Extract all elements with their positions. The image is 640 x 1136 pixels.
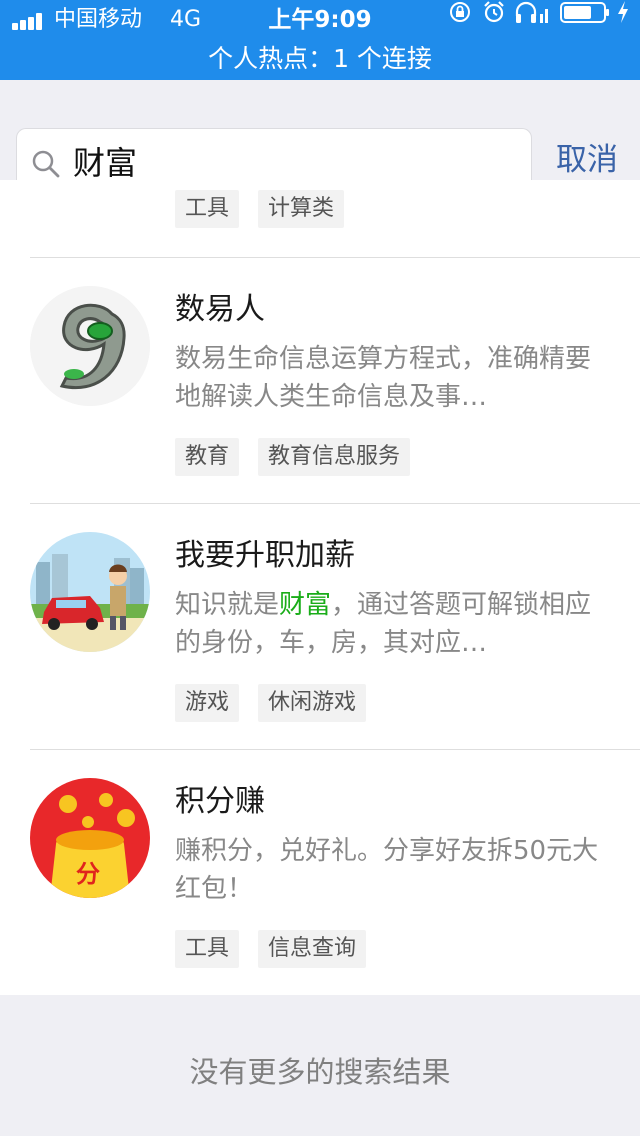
- tag: 工具: [175, 190, 240, 228]
- search-icon: [32, 150, 60, 178]
- result-title: 积分赚: [175, 784, 265, 819]
- search-input[interactable]: [73, 137, 513, 185]
- result-item-shuyiren[interactable]: 数易人 数易生命信息运算方程式，准确精要地解读人类生命信息及事… 教育 教育信息…: [0, 258, 640, 504]
- headphones-icon: [515, 1, 548, 23]
- red-gold-bag-icon: 分: [30, 778, 150, 898]
- result-description: 赚积分，兑好礼。分享好友拆50元大红包！: [175, 836, 599, 904]
- orientation-lock-icon: [450, 2, 470, 22]
- result-title: 数易人: [175, 292, 265, 327]
- tag: 教育: [175, 438, 240, 476]
- result-description: 知识就是财富，通过答题可解锁相应的身份，车，房，其对应…: [175, 586, 605, 662]
- desc-prefix: 知识就是: [175, 590, 280, 620]
- status-bar: 中国移动 4G 上午9:09 个人热点：1 个连接: [0, 0, 640, 80]
- no-more-results-label: 没有更多的搜索结果: [189, 1055, 451, 1089]
- search-area: 取消: [0, 80, 640, 188]
- result-item-jifenzhuan[interactable]: 分 积分赚 赚积分，兑好礼。分享好友拆50元大红包！ 工具 信息查询: [0, 750, 640, 995]
- result-title: 我要升职加薪: [175, 538, 355, 573]
- cancel-button[interactable]: 取消: [556, 140, 618, 180]
- alarm-icon: [484, 1, 504, 23]
- tag: 游戏: [175, 684, 240, 722]
- desc-highlight: 财富: [279, 590, 332, 620]
- battery-icon: [560, 2, 609, 23]
- search-box[interactable]: [16, 128, 532, 188]
- tag: 教育信息服务: [258, 438, 411, 476]
- result-item-partial[interactable]: 工具 计算类: [0, 180, 640, 258]
- tag: 计算类: [258, 190, 345, 228]
- bag-label: 分: [76, 860, 100, 888]
- result-item-promotion-game[interactable]: 我要升职加薪 知识就是财富，通过答题可解锁相应的身份，车，房，其对应… 游戏 休…: [0, 504, 640, 750]
- results-list: 工具 计算类 数易人 数易生命信息运算方程式，准确精要地解读人类生命信息及事… …: [0, 180, 640, 995]
- tag: 信息查询: [258, 930, 367, 968]
- car-man-cartoon-icon: [30, 532, 150, 652]
- tag: 休闲游戏: [258, 684, 367, 722]
- green-nine-logo-icon: [30, 286, 150, 406]
- hotspot-banner[interactable]: 个人热点：1 个连接: [0, 40, 640, 78]
- result-description: 数易生命信息运算方程式，准确精要地解读人类生命信息及事…: [175, 344, 592, 412]
- tag: 工具: [175, 930, 240, 968]
- charging-bolt-icon: [618, 1, 628, 23]
